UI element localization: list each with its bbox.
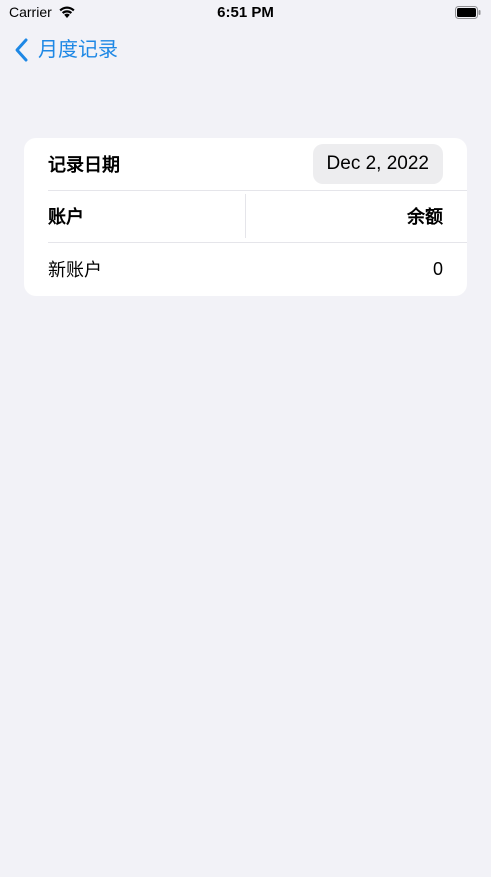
date-picker-button[interactable]: Dec 2, 2022 — [312, 144, 443, 184]
battery-icon — [455, 6, 481, 19]
date-row: 记录日期 Dec 2, 2022 — [24, 138, 467, 190]
status-time: 6:51 PM — [217, 4, 274, 21]
back-label: 月度记录 — [38, 39, 118, 61]
status-bar: Carrier 6:51 PM — [0, 0, 491, 26]
header-account: 账户 — [48, 207, 84, 227]
account-name: 新账户 — [48, 260, 102, 280]
header-balance: 余额 — [407, 207, 443, 227]
back-button[interactable]: 月度记录 — [12, 36, 118, 64]
table-row[interactable]: 新账户 0 — [24, 242, 467, 296]
screen: Carrier 6:51 PM 月度记录 记录日期 Dec 2, 2022 账户… — [0, 0, 491, 877]
column-separator — [245, 194, 246, 238]
record-card: 记录日期 Dec 2, 2022 账户 余额 新账户 0 — [24, 138, 467, 296]
account-balance: 0 — [432, 258, 443, 279]
chevron-left-icon — [12, 36, 32, 64]
date-label: 记录日期 — [48, 155, 120, 175]
